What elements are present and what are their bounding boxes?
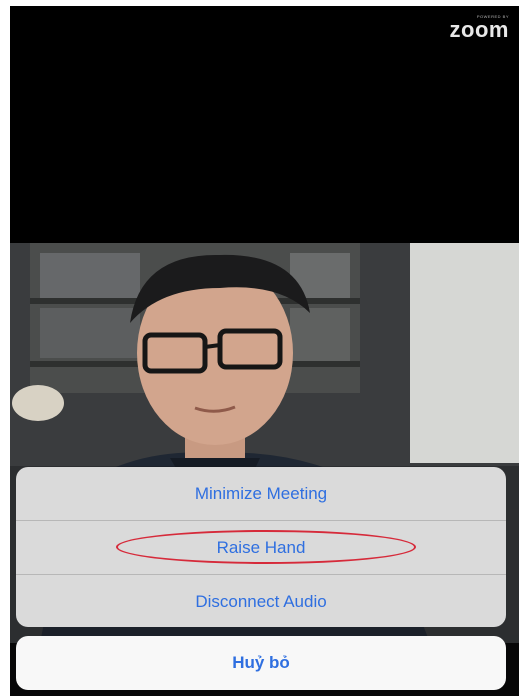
zoom-brand-text: zoom xyxy=(449,17,509,42)
raise-hand-button[interactable]: Raise Hand xyxy=(16,521,506,574)
action-sheet-menu: Minimize Meeting Raise Hand Disconnect A… xyxy=(16,467,506,627)
minimize-meeting-button[interactable]: Minimize Meeting xyxy=(16,467,506,520)
raise-hand-label: Raise Hand xyxy=(216,537,306,557)
powered-by-text: POWERED BY xyxy=(476,14,509,19)
cancel-label: Huỷ bỏ xyxy=(232,653,290,672)
disconnect-audio-button[interactable]: Disconnect Audio xyxy=(16,575,506,627)
zoom-logo: POWERED BY zoom xyxy=(450,14,509,41)
cancel-button[interactable]: Huỷ bỏ xyxy=(16,636,506,690)
disconnect-audio-label: Disconnect Audio xyxy=(195,591,327,611)
minimize-meeting-label: Minimize Meeting xyxy=(194,483,328,503)
